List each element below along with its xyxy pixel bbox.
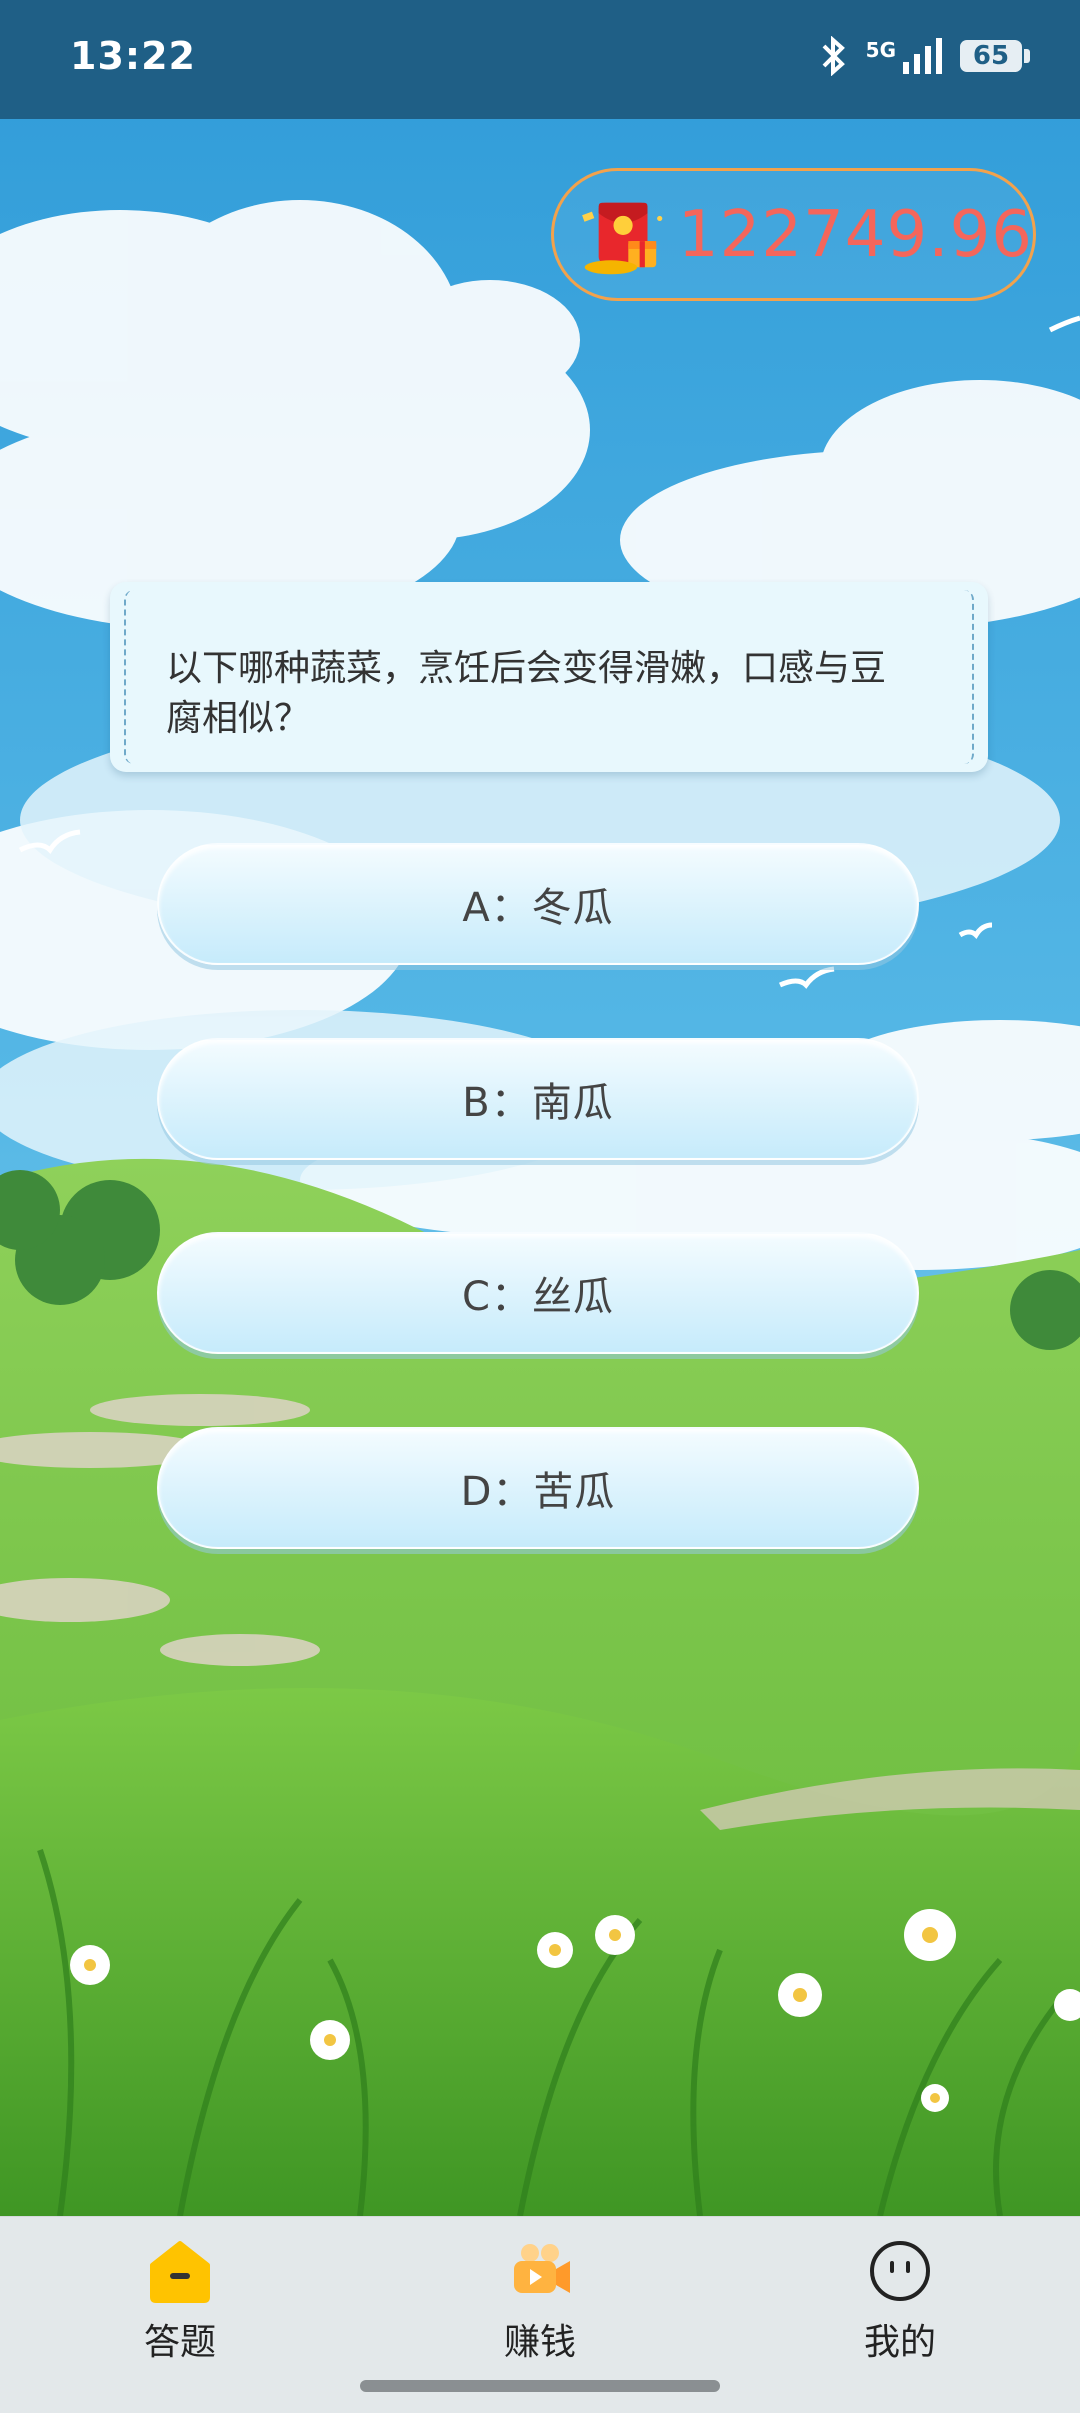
face-icon: [870, 2241, 930, 2301]
video-camera-icon: [514, 2244, 570, 2293]
battery-level: 65: [960, 40, 1022, 72]
network-label: 5G: [865, 38, 896, 62]
nav-item-mine[interactable]: 我的: [800, 2217, 1000, 2367]
nav-item-earn[interactable]: 赚钱: [440, 2217, 640, 2367]
coin-value: 122749.96: [677, 197, 1033, 272]
answer-label: A：冬瓜: [462, 885, 614, 931]
nav-label: 我的: [863, 2322, 936, 2363]
answer-option-c[interactable]: C：丝瓜: [157, 1232, 919, 1354]
status-bar: 13:22 5G 65: [0, 0, 1080, 119]
home-indicator[interactable]: [360, 2380, 720, 2392]
question-text: 以下哪种蔬菜，烹饪后会变得滑嫩，口感与豆腐相似？: [166, 648, 887, 739]
nav-label: 答题: [143, 2322, 216, 2363]
answer-label: C：丝瓜: [462, 1274, 614, 1320]
answer-option-b[interactable]: B：南瓜: [157, 1038, 919, 1160]
red-envelope-icon: [582, 202, 663, 274]
battery-icon: 65: [960, 40, 1030, 72]
answer-option-a[interactable]: A：冬瓜: [157, 843, 919, 965]
house-icon: [150, 2241, 210, 2303]
bluetooth-icon: [822, 36, 845, 76]
answer-option-d[interactable]: D：苦瓜: [157, 1427, 919, 1549]
answer-label: B：南瓜: [462, 1080, 614, 1126]
coin-balance[interactable]: 122749.96: [551, 168, 1036, 301]
nav-item-answer[interactable]: 答题: [80, 2217, 280, 2367]
answer-label: D：苦瓜: [460, 1469, 616, 1515]
status-time: 13:22: [70, 34, 196, 78]
signal-5g-icon: 5G: [866, 38, 942, 74]
nav-label: 赚钱: [503, 2322, 576, 2363]
question-card: 以下哪种蔬菜，烹饪后会变得滑嫩，口感与豆腐相似？: [110, 582, 988, 772]
status-icons: 5G 65: [818, 36, 1030, 76]
